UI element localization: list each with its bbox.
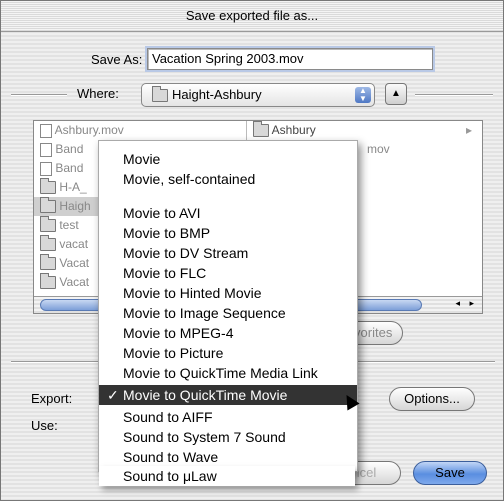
menu-item[interactable]: Movie, self-contained	[99, 169, 357, 189]
folder-icon	[152, 86, 168, 102]
where-popup[interactable]: Haight-Ashbury ▲ ▼	[141, 83, 375, 107]
menu-item[interactable]: Movie to Picture	[99, 343, 357, 363]
menu-item[interactable]: Movie to QuickTime Media Link	[99, 363, 357, 383]
movie-file-icon	[40, 142, 52, 157]
folder-icon	[253, 121, 269, 138]
scroll-right-icon[interactable]: ▸	[469, 298, 474, 309]
menu-item[interactable]: Movie to MPEG-4	[99, 323, 357, 343]
use-label: Use:	[31, 418, 58, 433]
movie-file-icon	[40, 123, 52, 138]
save-as-field[interactable]: Vacation Spring 2003.mov	[147, 48, 433, 70]
folder-icon	[40, 178, 56, 195]
chevron-right-icon: ▸	[465, 123, 472, 137]
folder-icon	[40, 197, 56, 214]
menu-item[interactable]: Movie to FLC	[99, 263, 357, 283]
menu-item[interactable]: Sound to Wave	[99, 447, 357, 467]
folder-icon	[40, 273, 56, 290]
browser-item[interactable]: Ashbury ▸	[247, 121, 482, 140]
checkmark-icon: ✓	[107, 387, 119, 403]
menu-item[interactable]: Movie	[99, 149, 357, 169]
menu-item[interactable]: Movie to Image Sequence	[99, 303, 357, 323]
popup-stepper-icon: ▲▼	[355, 87, 371, 103]
menu-item[interactable]: Movie to Hinted Movie	[99, 283, 357, 303]
scroll-left-icon[interactable]: ◂	[455, 298, 460, 309]
expand-toggle-button[interactable]: ▲	[385, 83, 407, 105]
dialog-title: Save exported file as...	[1, 1, 503, 32]
browser-item[interactable]: Ashbury.mov	[34, 121, 246, 140]
where-divider-left	[11, 94, 67, 96]
export-label: Export:	[31, 391, 73, 406]
save-as-label: Save As:	[91, 52, 143, 67]
triangle-up-icon: ▲	[391, 88, 401, 99]
menu-item[interactable]: Movie to DV Stream	[99, 243, 357, 263]
where-label: Where:	[77, 86, 119, 101]
menu-item[interactable]: Sound to System 7 Sound	[99, 427, 357, 447]
folder-icon	[40, 216, 56, 233]
menu-item[interactable]: Movie to AVI	[99, 203, 357, 223]
menu-item[interactable]: Movie to BMP	[99, 223, 357, 243]
options-button[interactable]: Options...	[389, 387, 475, 411]
export-menu[interactable]: Movie Movie, self-contained Movie to AVI…	[98, 140, 358, 472]
folder-icon	[40, 254, 56, 271]
folder-icon	[40, 235, 56, 252]
menu-item[interactable]: Sound to AIFF	[99, 407, 357, 427]
where-popup-value: Haight-Ashbury	[172, 87, 262, 102]
menu-item[interactable]: Sound to μLaw	[99, 466, 355, 486]
where-divider-right	[415, 94, 493, 96]
menu-item-selected[interactable]: ✓ Movie to QuickTime Movie	[99, 385, 357, 405]
movie-file-icon	[40, 161, 52, 176]
save-button[interactable]: Save	[413, 461, 487, 485]
